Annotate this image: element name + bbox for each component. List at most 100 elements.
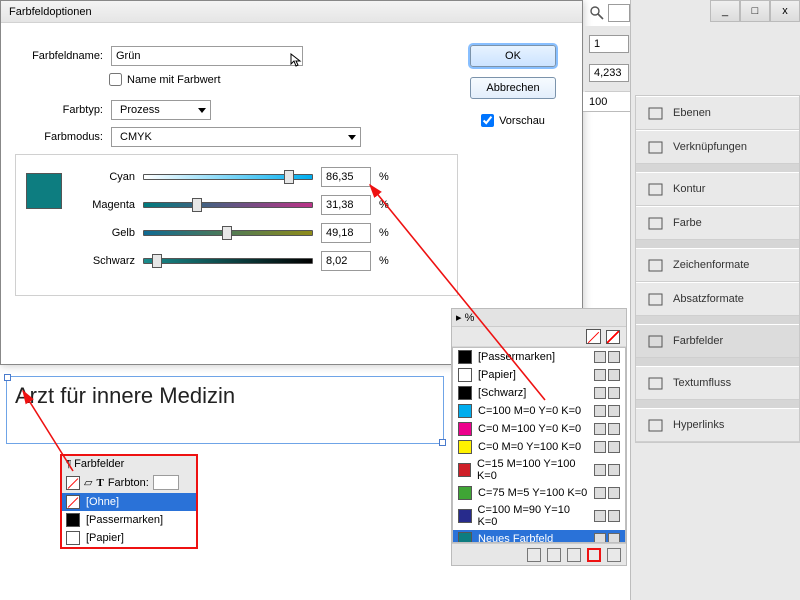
chevron-down-icon [348, 135, 356, 140]
swatch-row[interactable]: Neues Farbfeld [453, 530, 625, 543]
color-mode-icon [608, 533, 620, 543]
swatch-name: C=75 M=5 Y=100 K=0 [478, 487, 587, 499]
swatch-row[interactable]: [Passermarken] [453, 348, 625, 366]
color-mode-icon [608, 351, 620, 363]
swatch-name-input[interactable] [111, 46, 303, 66]
panel-tab-textumfluss[interactable]: Textumfluss [636, 366, 799, 400]
delete-swatch-button[interactable] [607, 548, 621, 562]
color-mode-select[interactable]: CMYK [111, 127, 361, 147]
color-mode-icon [608, 387, 620, 399]
color-mode-label: Farbmodus: [15, 131, 111, 143]
swatch-preview-chip [26, 173, 62, 209]
swatch-row[interactable]: [Schwarz] [453, 384, 625, 402]
slider-value-gelb[interactable] [321, 223, 371, 243]
text-cursor-icon [290, 53, 304, 74]
panel-tab-verknüpfungen[interactable]: Verknüpfungen [636, 130, 799, 164]
swatches-panel: ▸ % [Passermarken] [Papier] [Schwarz] C=… [451, 308, 627, 566]
swatch-chip-icon [458, 440, 472, 454]
tint-label: Farbton: [108, 477, 149, 489]
slider-label-gelb: Gelb [77, 227, 135, 239]
mini-swatch-item[interactable]: [Passermarken] [62, 511, 196, 529]
slider-label-cyan: Cyan [77, 171, 135, 183]
slider-value-cyan[interactable] [321, 167, 371, 187]
ok-button[interactable]: OK [470, 45, 556, 67]
panel-tab-absatzformate[interactable]: Absatzformate [636, 282, 799, 316]
window-close-button[interactable]: x [770, 0, 800, 22]
window-maximize-button[interactable]: □ [740, 0, 770, 22]
show-large-icon[interactable] [567, 548, 581, 562]
text-frame[interactable]: Arzt für innere Medizin [6, 376, 444, 444]
search-icon[interactable] [590, 6, 604, 20]
ruler-fragment: 100 [583, 92, 630, 112]
tint-input[interactable] [153, 475, 179, 490]
slider-magenta[interactable] [143, 202, 313, 208]
color-type-label: Farbtyp: [15, 104, 111, 116]
slider-label-schwarz: Schwarz [77, 255, 135, 267]
text-format-icon[interactable]: T [96, 477, 103, 489]
dialog-title: Farbfeldoptionen [1, 1, 582, 23]
panel-tab-kontur[interactable]: Kontur [636, 172, 799, 206]
swatches-mini-panel: ¶ Farbfelder ▱ T Farbton: [Ohne][Passerm… [60, 454, 198, 549]
show-small-icon[interactable] [547, 548, 561, 562]
color-type-icon [594, 533, 606, 543]
swatch-row[interactable]: C=0 M=100 Y=0 K=0 [453, 420, 625, 438]
window-minimize-button[interactable]: _ [710, 0, 740, 22]
swatch-row[interactable]: C=100 M=0 Y=0 K=0 [453, 402, 625, 420]
preview-label: Vorschau [499, 115, 545, 127]
slider-cyan[interactable] [143, 174, 313, 180]
mini-swatch-item[interactable]: [Papier] [62, 529, 196, 547]
slider-value-magenta[interactable] [321, 195, 371, 215]
color-mode-icon [608, 423, 620, 435]
swatches-icon [647, 334, 663, 348]
show-list-icon[interactable] [527, 548, 541, 562]
swatch-chip-icon [66, 531, 80, 545]
panel-tab-farbfelder[interactable]: Farbfelder [636, 324, 799, 358]
swatch-row[interactable]: C=75 M=5 Y=100 K=0 [453, 484, 625, 502]
slider-gelb[interactable] [143, 230, 313, 236]
swatch-name: [Schwarz] [478, 387, 526, 399]
mini-panel-tab[interactable]: ¶ Farbfelder [62, 456, 196, 472]
links-icon [647, 140, 663, 154]
swatch-row[interactable]: C=100 M=90 Y=10 K=0 [453, 502, 625, 530]
swatch-row[interactable]: C=0 M=0 Y=100 K=0 [453, 438, 625, 456]
color-type-icon [594, 387, 606, 399]
panel-tab-ebenen[interactable]: Ebenen [636, 96, 799, 130]
preview-checkbox[interactable] [481, 114, 494, 127]
registration-icon[interactable] [606, 330, 620, 344]
color-icon [647, 216, 663, 230]
swatch-chip-icon [458, 463, 471, 477]
para-style-icon [647, 292, 663, 306]
control-num-input[interactable] [589, 35, 629, 53]
swatch-name: C=15 M=100 Y=100 K=0 [477, 458, 588, 482]
panel-tab-zeichenformate[interactable]: Zeichenformate [636, 248, 799, 282]
fill-proxy-icon[interactable] [66, 476, 80, 490]
swatch-chip-icon [458, 486, 472, 500]
search-input[interactable] [608, 4, 630, 22]
none-swatch-icon[interactable] [586, 329, 601, 344]
control-measure-input[interactable] [589, 64, 629, 82]
swatch-row[interactable]: C=15 M=100 Y=100 K=0 [453, 456, 625, 484]
swatch-chip-icon [458, 386, 472, 400]
color-mode-icon [608, 405, 620, 417]
layers-icon [647, 106, 663, 120]
container-format-icon[interactable]: ▱ [84, 476, 92, 489]
panel-tab-farbe[interactable]: Farbe [636, 206, 799, 240]
name-with-value-checkbox[interactable] [109, 73, 122, 86]
swatch-chip-icon [66, 513, 80, 527]
chevron-down-icon [198, 108, 206, 113]
cancel-button[interactable]: Abbrechen [470, 77, 556, 99]
swatch-chip-icon [458, 532, 472, 543]
right-panel-column: _ □ x EbenenVerknüpfungen KonturFarbe Zeic… [630, 0, 800, 600]
color-type-icon [594, 423, 606, 435]
swatch-row[interactable]: [Papier] [453, 366, 625, 384]
swatch-name: C=100 M=90 Y=10 K=0 [478, 504, 589, 528]
color-type-select[interactable]: Prozess [111, 100, 211, 120]
swatch-name: [Papier] [478, 369, 516, 381]
mini-swatch-item[interactable]: [Ohne] [62, 493, 196, 511]
slider-value-schwarz[interactable] [321, 251, 371, 271]
text-wrap-icon [647, 376, 663, 390]
color-mode-icon [608, 487, 620, 499]
new-swatch-button[interactable] [587, 548, 601, 562]
panel-tab-hyperlinks[interactable]: Hyperlinks [636, 408, 799, 442]
slider-schwarz[interactable] [143, 258, 313, 264]
